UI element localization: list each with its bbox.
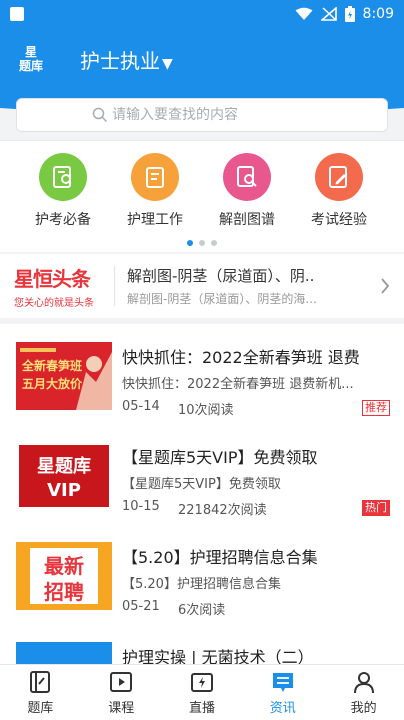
news-icon bbox=[272, 673, 293, 692]
category-label: 解剖图谱 bbox=[219, 212, 275, 228]
battery-icon bbox=[344, 6, 355, 22]
category-label: 考试经验 bbox=[311, 212, 367, 228]
headline-brand-sub: 您关心的就是头条 bbox=[14, 298, 94, 309]
headline-sub: 解剖图-阴茎（尿道面）、阴茎的海... bbox=[127, 292, 317, 306]
play-icon bbox=[110, 672, 133, 692]
notification-icon bbox=[10, 7, 24, 21]
news-item[interactable]: 全新春笋班 五月大放价 快快抓住：2022全新春笋班 退费 快快抓住：2022全… bbox=[0, 324, 404, 424]
news-views: 6次阅读 bbox=[178, 603, 226, 618]
thumb-line1: 最新 bbox=[44, 554, 84, 578]
news-subtitle: 【5.20】护理招聘信息合集 bbox=[122, 577, 281, 592]
tab-profile[interactable]: 我的 bbox=[323, 665, 404, 720]
divider bbox=[114, 266, 115, 306]
tab-label: 直播 bbox=[188, 701, 215, 716]
news-item[interactable]: 星题库 VIP 【星题库5天VIP】免费领取 【星题库5天VIP】免费领取 10… bbox=[0, 424, 404, 524]
app-bar: 星 题库 护士执业 ▼ bbox=[0, 28, 404, 90]
headline-main: 解剖图-阴茎（尿道面）、阴.. bbox=[127, 267, 315, 285]
document-search-icon bbox=[223, 153, 271, 201]
caret-down-icon: ▼ bbox=[162, 55, 173, 72]
app-logo: 星 题库 bbox=[14, 42, 48, 76]
thumb-line2: VIP bbox=[47, 480, 81, 501]
news-subtitle: 【星题库5天VIP】免费领取 bbox=[122, 477, 281, 492]
chevron-right-icon[interactable] bbox=[380, 277, 390, 295]
headline-text: 解剖图-阴茎（尿道面）、阴.. 解剖图-阴茎（尿道面）、阴茎的海... bbox=[127, 265, 357, 307]
logo-line1: 星 bbox=[24, 45, 37, 59]
news-thumbnail bbox=[16, 642, 112, 664]
news-list: 全新春笋班 五月大放价 快快抓住：2022全新春笋班 退费 快快抓住：2022全… bbox=[0, 324, 404, 664]
headline-brand-title: 星恒头条 bbox=[14, 267, 91, 291]
thumb-line2: 五月大放价 bbox=[22, 377, 83, 391]
hot-badge: 热门 bbox=[362, 500, 390, 516]
news-date: 05-14 bbox=[122, 399, 160, 414]
status-time: 8:09 bbox=[362, 6, 394, 22]
page-dot bbox=[211, 240, 217, 246]
page-indicator bbox=[0, 240, 404, 246]
category-grid: 护考必备 护理工作 解剖图谱 考试经验 bbox=[0, 140, 404, 252]
live-icon bbox=[190, 673, 213, 692]
category-label: 护考必备 bbox=[35, 212, 91, 228]
tab-question-bank[interactable]: 题库 bbox=[0, 665, 81, 720]
status-icons: 8:09 bbox=[295, 6, 394, 22]
tab-label: 资讯 bbox=[269, 701, 296, 716]
thumb-line2: 招聘 bbox=[44, 580, 84, 604]
news-title: 【5.20】护理招聘信息合集 bbox=[122, 548, 318, 567]
category-anatomy-atlas[interactable]: 解剖图谱 bbox=[202, 153, 292, 229]
search-section bbox=[0, 90, 404, 140]
news-item[interactable]: 护理实操 | 无菌技术（二） bbox=[0, 624, 404, 664]
tab-news[interactable]: 资讯 bbox=[242, 665, 323, 720]
news-thumbnail: 星题库 VIP bbox=[16, 442, 112, 510]
page-dot bbox=[199, 240, 205, 246]
news-title: 【星题库5天VIP】免费领取 bbox=[122, 448, 318, 467]
news-subtitle: 快快抓住：2022全新春笋班 退费新机... bbox=[122, 377, 354, 392]
category-exam-experience[interactable]: 考试经验 bbox=[294, 153, 384, 229]
book-icon bbox=[30, 671, 51, 693]
category-nursing-work[interactable]: 护理工作 bbox=[110, 153, 200, 229]
exam-selector[interactable]: 护士执业 ▼ bbox=[80, 45, 173, 74]
exam-selector-label: 护士执业 bbox=[80, 48, 160, 73]
news-item[interactable]: 最新 招聘 【5.20】护理招聘信息合集 【5.20】护理招聘信息合集 05-2… bbox=[0, 524, 404, 624]
thumb-line1: 全新春笋班 bbox=[22, 359, 83, 373]
search-icon bbox=[92, 107, 108, 123]
page-dot-active bbox=[187, 240, 193, 246]
profile-icon bbox=[353, 672, 374, 694]
search-input[interactable] bbox=[112, 107, 312, 123]
headline-banner[interactable]: 星恒头条 您关心的就是头条 解剖图-阴茎（尿道面）、阴.. 解剖图-阴茎（尿道面… bbox=[0, 254, 404, 318]
wifi-icon bbox=[295, 7, 313, 20]
news-title: 快快抓住：2022全新春笋班 退费 bbox=[122, 348, 360, 367]
news-title: 护理实操 | 无菌技术（二） bbox=[122, 648, 314, 664]
category-label: 护理工作 bbox=[127, 212, 183, 228]
news-views: 221842次阅读 bbox=[178, 503, 267, 518]
pen-doc-icon bbox=[315, 153, 363, 201]
tab-label: 课程 bbox=[108, 701, 135, 716]
tab-courses[interactable]: 课程 bbox=[81, 665, 162, 720]
news-date: 05-21 bbox=[122, 599, 160, 614]
logo-line2: 题库 bbox=[18, 59, 43, 73]
news-thumbnail: 最新 招聘 bbox=[16, 542, 112, 610]
search-box[interactable] bbox=[16, 98, 388, 132]
headline-brand: 星恒头条 您关心的就是头条 bbox=[0, 263, 114, 309]
news-date: 10-15 bbox=[122, 499, 160, 514]
news-thumbnail: 全新春笋班 五月大放价 bbox=[16, 342, 112, 410]
tab-live[interactable]: 直播 bbox=[162, 665, 243, 720]
clipboard-icon bbox=[131, 153, 179, 201]
news-views: 10次阅读 bbox=[178, 403, 234, 418]
status-bar: 8:09 bbox=[0, 0, 404, 28]
recommend-badge: 推荐 bbox=[362, 400, 390, 416]
tab-label: 我的 bbox=[350, 701, 377, 716]
thumb-line1: 星题库 bbox=[37, 456, 91, 477]
category-exam-essentials[interactable]: 护考必备 bbox=[18, 153, 108, 229]
user-card-icon bbox=[39, 153, 87, 201]
no-signal-icon bbox=[320, 7, 337, 21]
tab-label: 题库 bbox=[27, 701, 54, 716]
bottom-tab-bar: 题库 课程 直播 资讯 我的 bbox=[0, 664, 404, 720]
